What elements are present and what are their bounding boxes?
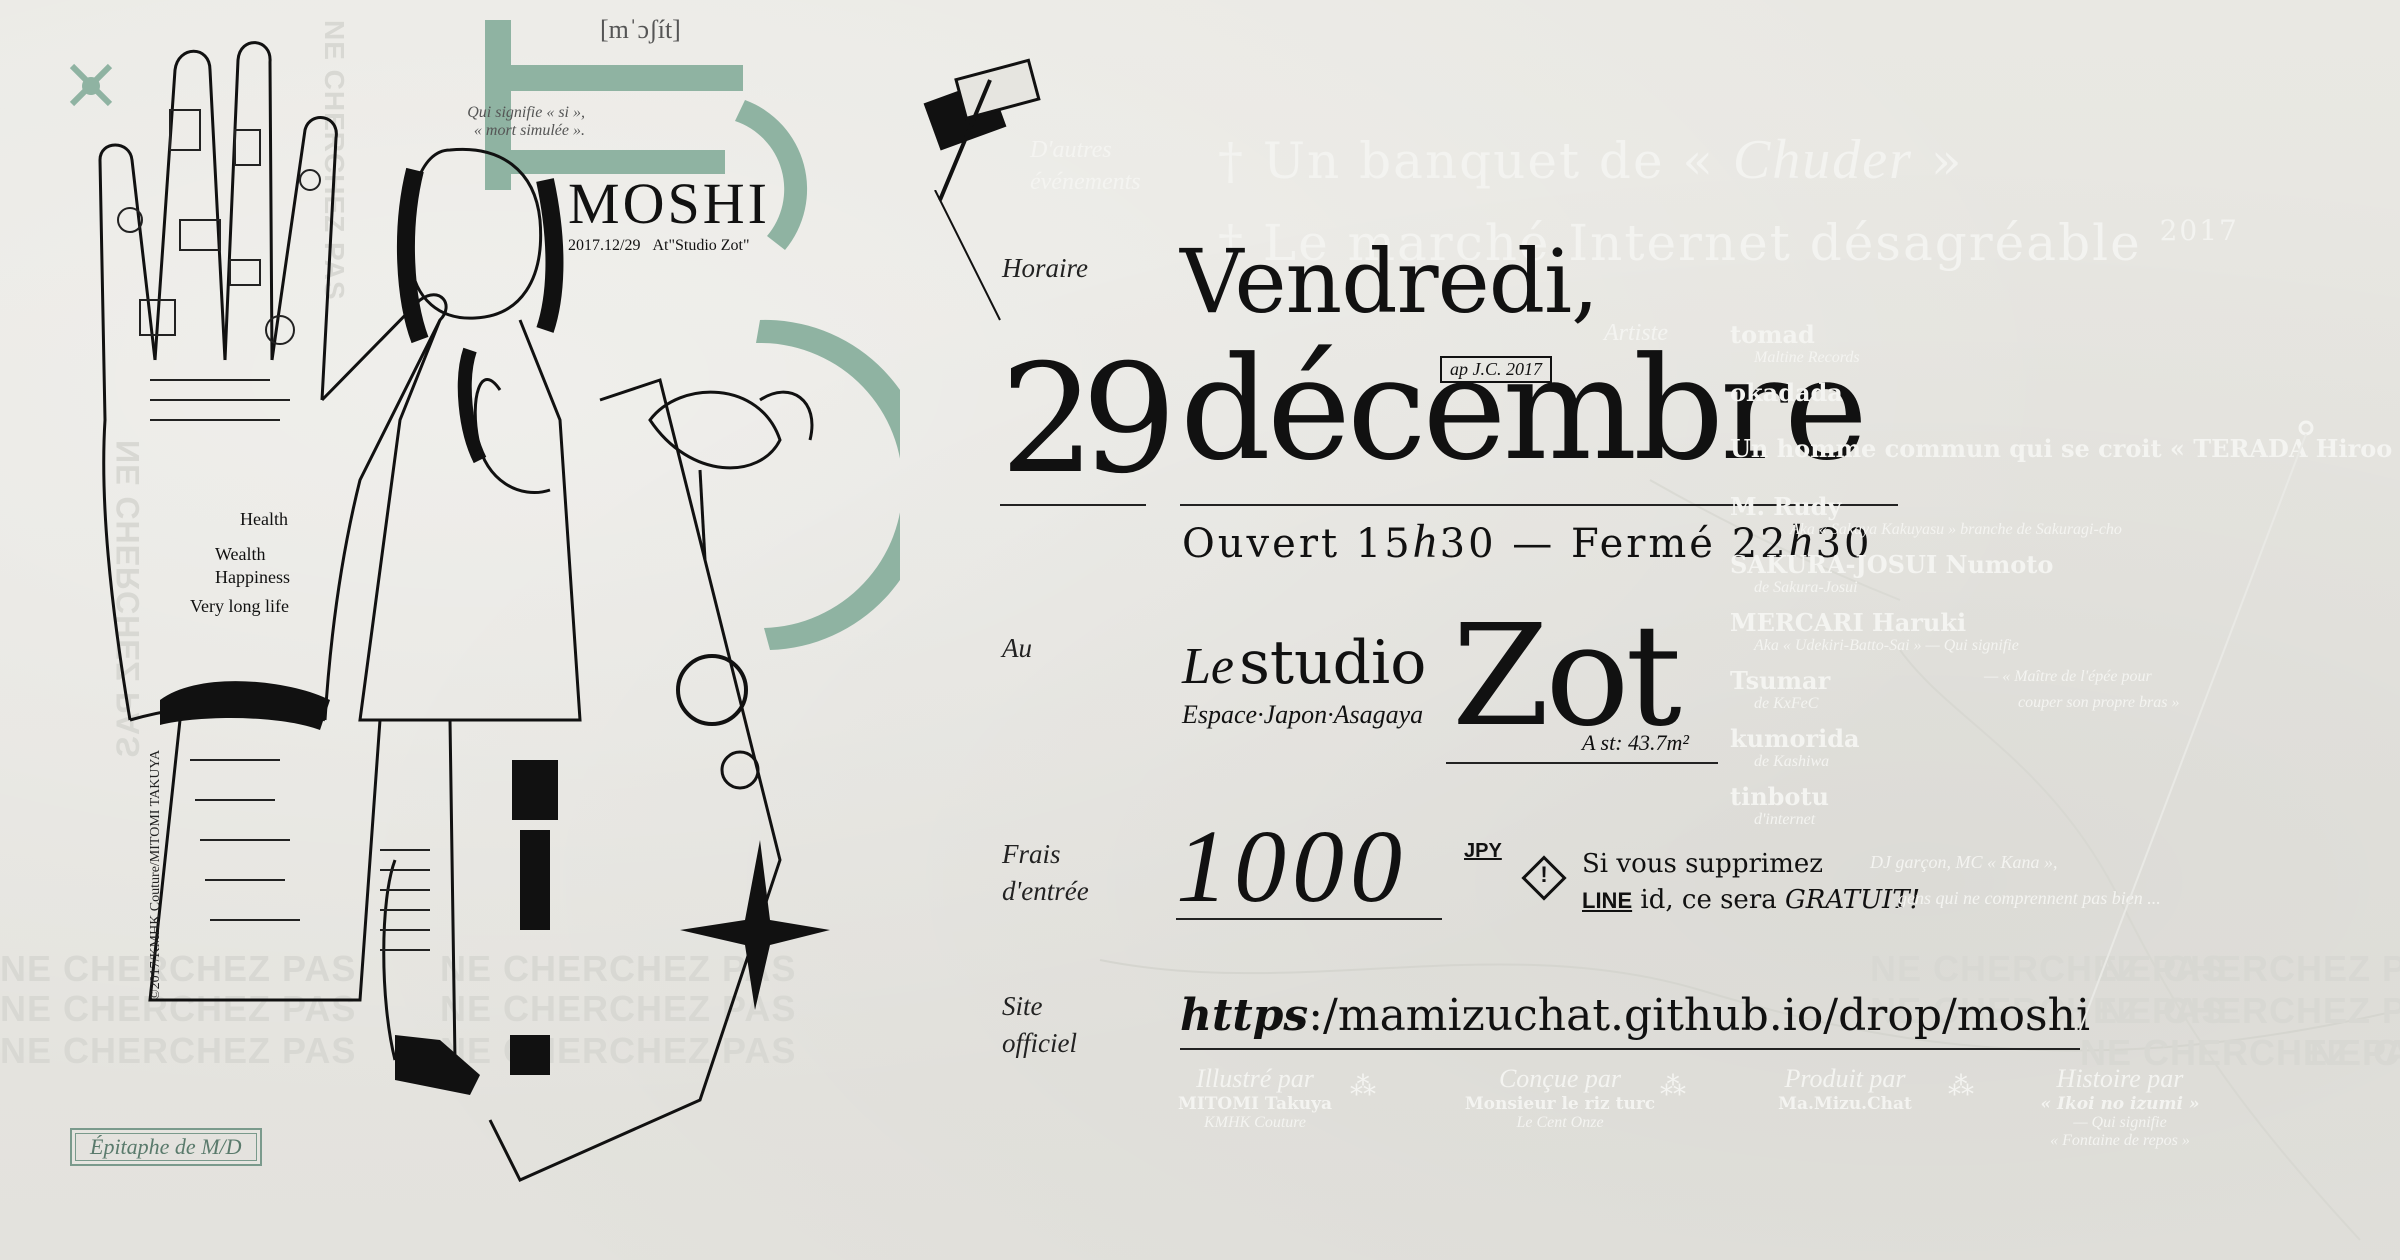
credit-role: Conçue par	[1498, 1064, 1622, 1093]
warning-icon: !	[1521, 855, 1567, 901]
venue-label: Au	[1002, 633, 1032, 663]
credit-name: Monsieur le riz turc	[1464, 1094, 1656, 1114]
other-events-label: D'autres événements	[1030, 134, 1141, 198]
credit-name: « Ikoi no izumi »	[2040, 1094, 2200, 1114]
meaning-note-line2: « mort simulée ».	[473, 122, 585, 139]
website-scheme: https	[1180, 990, 1309, 1041]
fee-currency: JPY	[1464, 840, 1502, 862]
meaning-note: Qui signifie « si », « mort simulée ».	[445, 104, 585, 140]
diagonal-thread	[2079, 420, 2314, 1031]
ornament-icon: ⁂	[1948, 1072, 1974, 1102]
gear-icon	[676, 654, 748, 726]
hem-shape	[160, 681, 330, 730]
epitaphe-badge: Épitaphe de M/D	[70, 1128, 262, 1166]
hand-text-wealth: Wealth	[215, 544, 266, 564]
hand-text-happiness: Happiness	[215, 567, 290, 587]
credit-designed: Conçue par Monsieur le riz turc Le Cent …	[1420, 1064, 1700, 1132]
credit-produced: Produit par Ma.Mizu.Chat	[1720, 1064, 1970, 1114]
credit-sub: KMHK Couture	[1203, 1114, 1307, 1131]
star-shape	[680, 840, 830, 1010]
fee-note-id: id, ce sera	[1640, 885, 1777, 915]
website-label: Site officiel	[1002, 988, 1077, 1062]
day-underline	[1000, 504, 1146, 506]
hours-separator: —	[1512, 521, 1556, 567]
schedule-label: Horaire	[1002, 253, 1088, 283]
artist-item: tomad Maltine Records	[1730, 320, 2350, 378]
venue-name: Le studio	[1182, 628, 1426, 698]
poster-title-venue: At"Studio Zot"	[652, 237, 750, 254]
credit-sub: Le Cent Onze	[1516, 1114, 1604, 1131]
artist-sub: Maltine Records	[1754, 349, 1860, 366]
fee-label-line2: d'entrée	[1002, 876, 1089, 906]
mushroom-drawing	[648, 390, 814, 561]
crossed-swords-icon	[69, 63, 113, 107]
meaning-note-line1: Qui signifie « si »,	[467, 104, 585, 121]
fee-label: Frais d'entrée	[1002, 836, 1089, 910]
stitches	[190, 759, 300, 921]
bg-repeat-text-12: NE CHERCHEZ PAS	[2310, 1032, 2400, 1073]
credit-story: Histoire par « Ikoi no izumi » — Qui sig…	[2000, 1064, 2240, 1150]
schedule-weekday: Vendredi,	[1180, 230, 1599, 333]
website-link[interactable]: https:/mamizuchat.github.io/drop/moshi	[1180, 990, 2090, 1041]
credit-role: Produit par	[1784, 1064, 1906, 1093]
venue-studio: studio	[1239, 628, 1427, 698]
credit-role: Illustré par	[1196, 1064, 1314, 1093]
arm-drawing	[148, 378, 782, 1182]
schedule-day: 29	[1000, 340, 1177, 500]
fee-underline	[1176, 918, 1442, 920]
flower-icon	[720, 750, 760, 790]
credit-sub2: « Fontaine de repos »	[2050, 1132, 2190, 1149]
copyright-text: ©2017/KMHK Couture/MITOMI TAKUYA	[148, 749, 163, 1000]
hand-text-longlife: Very long life	[190, 596, 289, 616]
other-event-1-suffix: »	[1930, 132, 1964, 190]
poster-title: MOSHI 2017.12/29 At"Studio Zot"	[568, 175, 770, 255]
website-url: mamizuchat.github.io/drop/moshi	[1337, 990, 2091, 1041]
phonetic-text: [mˈɔʃít]	[600, 15, 681, 44]
other-event-2-year: 2017	[2159, 214, 2239, 247]
credit-role: Histoire par	[2056, 1064, 2184, 1093]
poster-title-word: MOSHI	[568, 171, 770, 236]
hours-open-word: Ouvert	[1182, 521, 1341, 567]
other-events-label-line1: D'autres	[1030, 137, 1112, 163]
shoe-left	[395, 1035, 480, 1095]
website-label-line1: Site	[1002, 991, 1043, 1021]
venue-area: A st: 43.7m²	[1582, 730, 1690, 755]
other-event-1-name: Chuder	[1732, 129, 1913, 191]
credits-row: Illustré par MITOMI Takuya KMHK Couture …	[1140, 1064, 2260, 1194]
ornament-icon: ⁂	[1660, 1072, 1686, 1102]
website-underline	[1180, 1048, 2080, 1050]
other-event-1-prefix: † Un banquet de «	[1218, 132, 1716, 190]
hours-open-m: 30	[1439, 521, 1497, 567]
other-events-label-line2: événements	[1030, 169, 1141, 195]
website-label-line2: officiel	[1002, 1028, 1077, 1058]
fee-label-line1: Frais	[1002, 839, 1061, 869]
hand-drawing	[98, 41, 448, 722]
hours-close-word: Fermé	[1571, 521, 1716, 567]
credit-name: Ma.Mizu.Chat	[1778, 1094, 1912, 1114]
credit-illustrated: Illustré par MITOMI Takuya KMHK Couture	[1140, 1064, 1370, 1132]
fee-note-line: LINE	[1582, 888, 1633, 913]
venue-underline	[1446, 762, 1718, 764]
hand-text-health: Health	[240, 509, 288, 529]
ornament-icon: ⁂	[1350, 1072, 1376, 1102]
venue-sub: Espace·Japon·Asagaya	[1182, 700, 1424, 729]
hours-open-h: 15	[1355, 521, 1413, 567]
credit-sub: — Qui signifie	[2073, 1114, 2167, 1131]
venue-prefix: Le	[1182, 638, 1234, 695]
artists-label: Artiste	[1604, 320, 1668, 346]
website-separator: :/	[1308, 990, 1338, 1041]
other-event-1: † Un banquet de « Chuder »	[1218, 128, 1963, 192]
artists-dj-note: DJ garçon, MC « Kana »,	[1870, 852, 2058, 872]
artist-name: okadada	[1730, 378, 1843, 407]
schedule-day-number: 29	[1000, 333, 1177, 507]
poster-title-date: 2017.12/29	[568, 237, 641, 254]
fee-amount: 1000	[1176, 809, 1408, 924]
prosthetic-leg	[510, 760, 558, 1075]
hours-h-glyph-1: h	[1412, 515, 1440, 568]
credit-name: MITOMI Takuya	[1178, 1094, 1332, 1114]
artist-name: tomad	[1730, 320, 1815, 349]
